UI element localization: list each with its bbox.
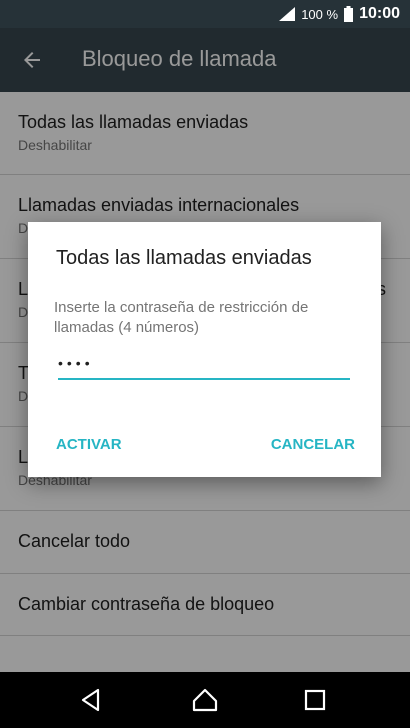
clock: 10:00 <box>359 5 400 22</box>
password-field[interactable]: •••• <box>58 352 350 380</box>
battery-percent: 100 % <box>301 6 339 22</box>
status-right: 100 % 10:00 <box>279 0 400 28</box>
signal-icon <box>279 7 296 21</box>
activate-button[interactable]: ACTIVAR <box>56 436 122 453</box>
cancel-button[interactable]: CANCELAR <box>271 436 355 453</box>
recents-icon[interactable] <box>302 687 328 713</box>
status-bar: 100 % 10:00 <box>0 0 410 28</box>
dialog-title: Todas las llamadas enviadas <box>56 247 312 269</box>
dialog-message: Inserte la contraseña de restricción de … <box>54 299 309 336</box>
battery-icon <box>344 6 354 22</box>
home-icon[interactable] <box>192 687 218 713</box>
navigation-bar <box>0 672 410 728</box>
password-dialog: Todas las llamadas enviadas Inserte la c… <box>28 222 381 477</box>
back-triangle-icon[interactable] <box>78 687 104 713</box>
